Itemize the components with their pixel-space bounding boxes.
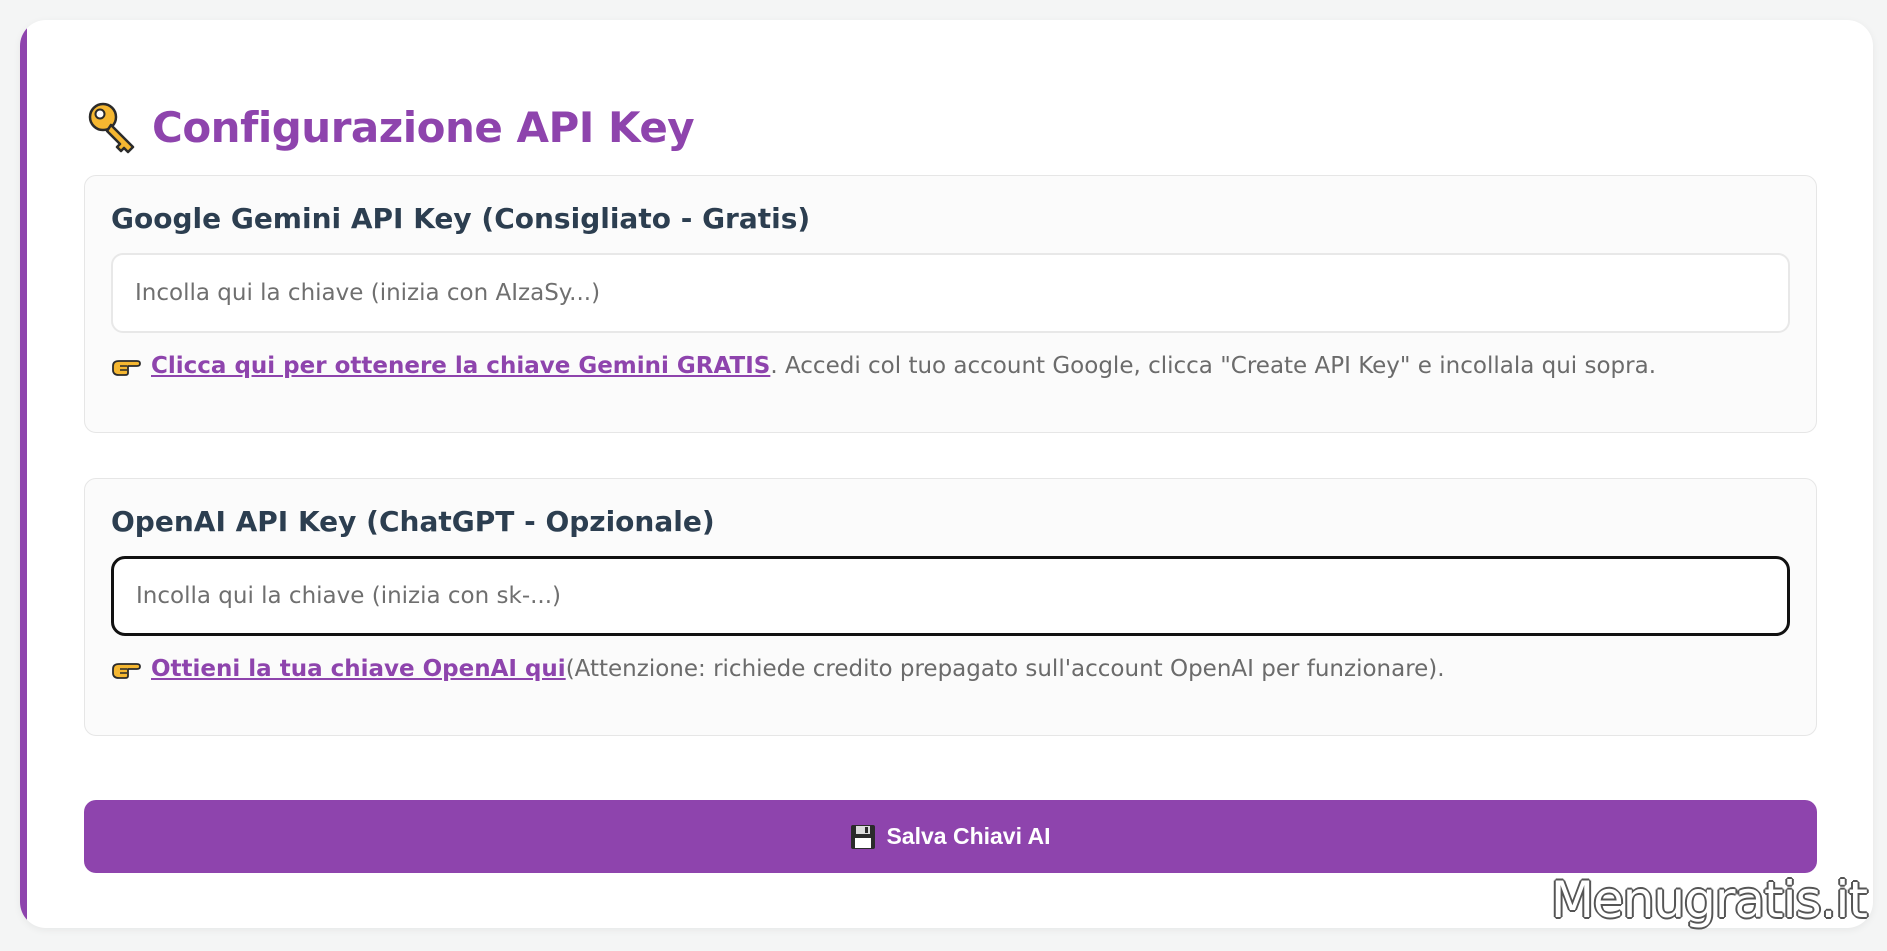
page-title: Configurazione API Key [152,102,695,152]
page-header: Configurazione API Key [86,82,695,172]
api-config-card: Configurazione API Key Google Gemini API… [20,20,1873,928]
gemini-get-key-link[interactable]: Clicca qui per ottenere la chiave Gemini… [151,353,770,379]
floppy-disk-icon [851,824,876,849]
openai-key-label: OpenAI API Key (ChatGPT - Opzionale) [111,505,715,538]
gemini-help: Clicca qui per ottenere la chiave Gemini… [111,346,1656,386]
card-accent-bar [20,20,27,928]
openai-get-key-link[interactable]: Ottieni la tua chiave OpenAI qui [151,656,566,682]
gemini-section: Google Gemini API Key (Consigliato - Gra… [84,175,1817,433]
save-button-label: Salva Chiavi AI [886,823,1051,849]
gemini-key-label: Google Gemini API Key (Consigliato - Gra… [111,202,811,235]
gemini-key-input[interactable] [111,253,1790,333]
pointing-hand-icon [112,360,141,376]
openai-section: OpenAI API Key (ChatGPT - Opzionale) Ott… [84,478,1817,736]
gemini-help-text: . Accedi col tuo account Google, clicca … [770,353,1657,379]
key-icon [88,102,135,154]
openai-key-input[interactable] [111,556,1790,636]
pointing-hand-icon [112,663,141,679]
watermark: Menugratis.it [1550,871,1868,929]
openai-help-text: (Attenzione: richiede credito prepagato … [565,656,1445,682]
save-keys-button[interactable]: Salva Chiavi AI [84,800,1817,873]
openai-help: Ottieni la tua chiave OpenAI qui (Attenz… [111,649,1445,689]
